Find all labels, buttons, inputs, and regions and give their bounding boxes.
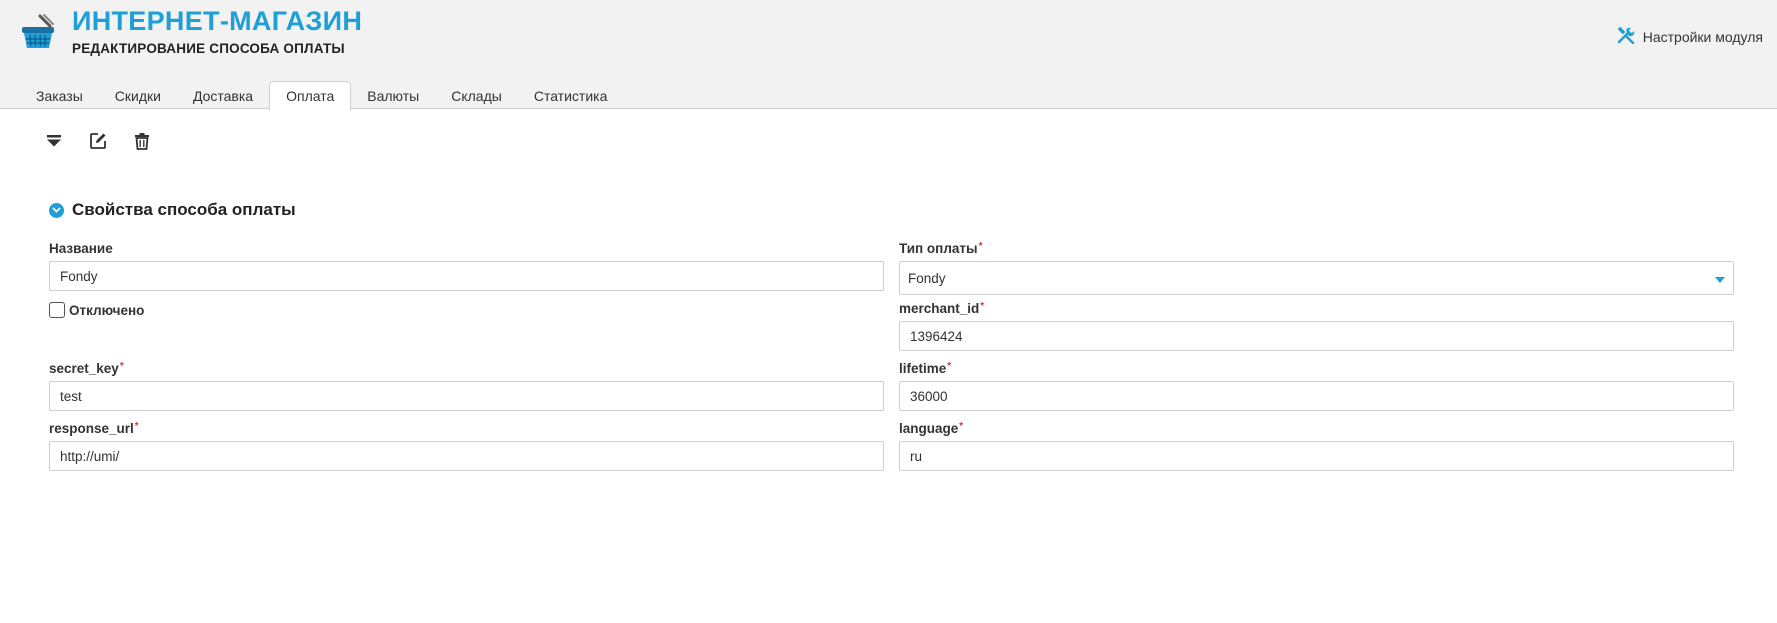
name-label: Название [49,241,113,256]
section-title: Свойства способа оплаты [72,200,296,219]
disabled-checkbox-label: Отключено [69,302,145,318]
trash-icon[interactable] [132,131,152,151]
collapse-toggle-icon[interactable] [49,202,64,218]
tab-orders[interactable]: Заказы [20,82,99,110]
lifetime-input[interactable] [899,381,1734,411]
page-subtitle: РЕДАКТИРОВАНИЕ СПОСОБА ОПЛАТЫ [72,41,345,56]
shopping-basket-icon [20,14,56,50]
lifetime-label: lifetime* [899,361,952,376]
merchant-id-label: merchant_id* [899,301,985,316]
disabled-checkbox-row: Отключено [49,302,144,318]
app-title: ИНТЕРНЕТ-МАГАЗИН [72,6,363,36]
tab-bar: Заказы Скидки Доставка Оплата Валюты Скл… [20,80,624,111]
secret-key-label: secret_key* [49,361,124,376]
name-input[interactable] [49,261,884,291]
response-url-input[interactable] [49,441,884,471]
section-header: Свойства способа оплаты [49,200,296,220]
tab-currencies[interactable]: Валюты [351,82,435,110]
disabled-checkbox[interactable] [49,302,65,318]
merchant-id-input[interactable] [899,321,1734,351]
tab-discounts[interactable]: Скидки [99,82,177,110]
language-input[interactable] [899,441,1734,471]
payment-type-select[interactable]: Fondy [899,261,1734,295]
tab-payment[interactable]: Оплата [269,81,352,111]
tab-delivery[interactable]: Доставка [177,82,269,110]
header: ИНТЕРНЕТ-МАГАЗИН РЕДАКТИРОВАНИЕ СПОСОБА … [0,0,1777,111]
secret-key-input[interactable] [49,381,884,411]
caret-down-icon [1715,271,1725,286]
toolbar [44,131,152,151]
dropdown-icon[interactable] [44,131,64,151]
module-settings-label: Настройки модуля [1642,28,1763,45]
language-label: language* [899,421,964,436]
payment-type-value: Fondy [908,270,946,286]
tab-statistics[interactable]: Статистика [518,82,624,110]
tools-icon [1617,26,1635,47]
module-settings-link[interactable]: Настройки модуля [1617,26,1763,47]
payment-type-label: Тип оплаты* [899,241,983,256]
edit-icon[interactable] [88,131,108,151]
tab-warehouses[interactable]: Склады [435,82,518,110]
response-url-label: response_url* [49,421,139,436]
